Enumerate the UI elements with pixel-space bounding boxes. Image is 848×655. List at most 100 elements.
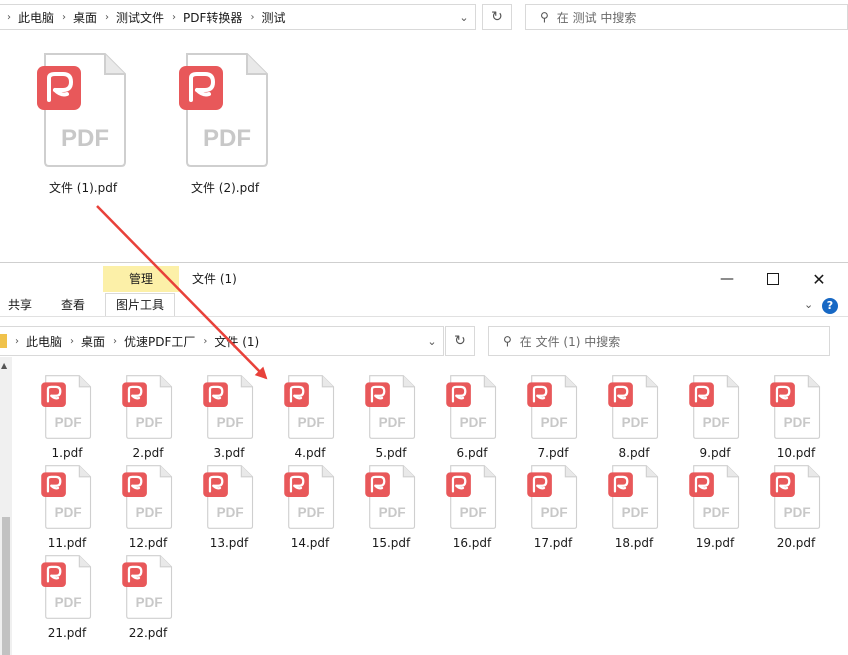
breadcrumb-separator-icon[interactable]: › [62, 12, 66, 23]
file-name-label: 9.pdf [699, 446, 731, 460]
breadcrumb-separator-icon[interactable]: › [203, 336, 207, 347]
file-item[interactable]: PDF 17.pdf [517, 463, 589, 550]
breadcrumb-separator-icon[interactable]: › [7, 12, 11, 23]
svg-text:PDF: PDF [136, 505, 163, 520]
pdf-file-icon: PDF [41, 555, 92, 619]
svg-text:PDF: PDF [703, 505, 730, 520]
file-item[interactable]: PDF 1.pdf [31, 373, 103, 460]
pdf-file-icon: PDF [203, 465, 254, 529]
tab-manage[interactable]: 管理 [103, 266, 179, 292]
pdf-file-icon: PDF [122, 465, 173, 529]
breadcrumb-separator-icon[interactable]: › [250, 12, 254, 23]
breadcrumb-item[interactable]: 优速PDF工厂 [124, 333, 195, 350]
breadcrumb-separator-icon[interactable]: › [172, 12, 176, 23]
tab-view[interactable]: 查看 [61, 294, 85, 316]
file-name-label: 15.pdf [371, 536, 411, 550]
svg-text:PDF: PDF [136, 595, 163, 610]
minimize-button[interactable]: — [704, 263, 750, 295]
breadcrumb-separator-icon[interactable]: › [113, 336, 117, 347]
file-name-label: 文件 (2).pdf [190, 181, 260, 195]
breadcrumb-item[interactable]: PDF转换器 [183, 9, 242, 26]
bottom-address-bar[interactable]: › 此电脑 › 桌面 › 优速PDF工厂 › 文件 (1) ⌄ [0, 326, 444, 356]
svg-text:PDF: PDF [136, 415, 163, 430]
pdf-file-icon: PDF [446, 465, 497, 529]
refresh-button[interactable]: ↻ [445, 326, 475, 356]
file-item[interactable]: PDF 2.pdf [112, 373, 184, 460]
top-address-bar[interactable]: › 此电脑 › 桌面 › 测试文件 › PDF转换器 › 测试 ⌄ [0, 4, 476, 30]
file-name-label: 3.pdf [213, 446, 245, 460]
file-item[interactable]: PDF 19.pdf [679, 463, 751, 550]
file-item[interactable]: PDF 8.pdf [598, 373, 670, 460]
file-item[interactable]: PDF 6.pdf [436, 373, 508, 460]
svg-text:PDF: PDF [379, 415, 406, 430]
maximize-icon [767, 273, 779, 285]
pdf-file-icon: PDF [179, 53, 268, 167]
bottom-breadcrumb: › 此电脑 › 桌面 › 优速PDF工厂 › 文件 (1) [7, 327, 421, 355]
pdf-file-icon: PDF [122, 555, 173, 619]
top-breadcrumb: › 此电脑 › 桌面 › 测试文件 › PDF转换器 › 测试 [0, 5, 453, 29]
file-item[interactable]: PDF 14.pdf [274, 463, 346, 550]
address-dropdown-icon[interactable]: ⌄ [421, 335, 443, 348]
help-icon[interactable]: ? [822, 298, 838, 314]
svg-text:PDF: PDF [622, 505, 649, 520]
file-name-label: 8.pdf [618, 446, 650, 460]
file-name-label: 22.pdf [128, 626, 168, 640]
breadcrumb-item[interactable]: 测试文件 [116, 9, 164, 26]
refresh-button[interactable]: ↻ [482, 4, 512, 30]
file-name-label: 文件 (1).pdf [48, 181, 118, 195]
file-item[interactable]: PDF 7.pdf [517, 373, 589, 460]
breadcrumb-item[interactable]: 文件 (1) [214, 333, 259, 350]
file-item[interactable]: PDF 16.pdf [436, 463, 508, 550]
pdf-file-icon: PDF [770, 465, 821, 529]
svg-text:PDF: PDF [703, 415, 730, 430]
file-item[interactable]: PDF 13.pdf [193, 463, 265, 550]
file-item[interactable]: PDF 12.pdf [112, 463, 184, 550]
file-item[interactable]: PDF 4.pdf [274, 373, 346, 460]
file-item[interactable]: PDF 21.pdf [31, 553, 103, 640]
address-dropdown-icon[interactable]: ⌄ [453, 11, 475, 24]
breadcrumb-item[interactable]: 桌面 [81, 333, 105, 350]
top-search-input[interactable]: ⚲ 在 测试 中搜索 [525, 4, 848, 30]
scrollbar-thumb[interactable] [2, 517, 10, 655]
pdf-file-icon: PDF [689, 375, 740, 439]
file-item[interactable]: PDF 3.pdf [193, 373, 265, 460]
bottom-search-input[interactable]: ⚲ 在 文件 (1) 中搜索 [488, 326, 830, 356]
svg-text:PDF: PDF [298, 505, 325, 520]
pdf-file-icon: PDF [41, 465, 92, 529]
svg-text:PDF: PDF [460, 505, 487, 520]
file-name-label: 4.pdf [294, 446, 326, 460]
ribbon-expand-icon[interactable]: ⌄ [804, 298, 813, 311]
tab-picture-tools[interactable]: 图片工具 [105, 293, 176, 317]
vertical-scrollbar[interactable]: ▲ [0, 357, 12, 655]
file-item[interactable]: PDF 22.pdf [112, 553, 184, 640]
file-item[interactable]: PDF 20.pdf [760, 463, 832, 550]
maximize-button[interactable] [750, 263, 796, 295]
file-item[interactable]: PDF 11.pdf [31, 463, 103, 550]
file-item[interactable]: PDF 文件 (1).pdf [28, 50, 138, 196]
svg-text:PDF: PDF [379, 505, 406, 520]
file-item[interactable]: PDF 9.pdf [679, 373, 751, 460]
file-item[interactable]: PDF 文件 (2).pdf [170, 50, 280, 196]
file-item[interactable]: PDF 10.pdf [760, 373, 832, 460]
file-item[interactable]: PDF 18.pdf [598, 463, 670, 550]
breadcrumb-separator-icon[interactable]: › [105, 12, 109, 23]
breadcrumb-item[interactable]: 此电脑 [26, 333, 62, 350]
svg-text:PDF: PDF [622, 415, 649, 430]
search-icon: ⚲ [540, 10, 549, 24]
breadcrumb-separator-icon[interactable]: › [15, 336, 19, 347]
breadcrumb-item[interactable]: 桌面 [73, 9, 97, 26]
file-item[interactable]: PDF 5.pdf [355, 373, 427, 460]
file-name-label: 7.pdf [537, 446, 569, 460]
pdf-file-icon: PDF [770, 375, 821, 439]
scroll-up-icon[interactable]: ▲ [1, 361, 7, 370]
breadcrumb-item[interactable]: 此电脑 [18, 9, 54, 26]
svg-text:PDF: PDF [541, 415, 568, 430]
file-name-label: 11.pdf [47, 536, 87, 550]
breadcrumb-separator-icon[interactable]: › [70, 336, 74, 347]
file-item[interactable]: PDF 15.pdf [355, 463, 427, 550]
breadcrumb-item[interactable]: 测试 [261, 9, 285, 26]
close-button[interactable]: ✕ [796, 263, 842, 295]
pdf-file-icon: PDF [365, 465, 416, 529]
tab-share[interactable]: 共享 [8, 294, 32, 316]
pdf-file-icon: PDF [284, 465, 335, 529]
